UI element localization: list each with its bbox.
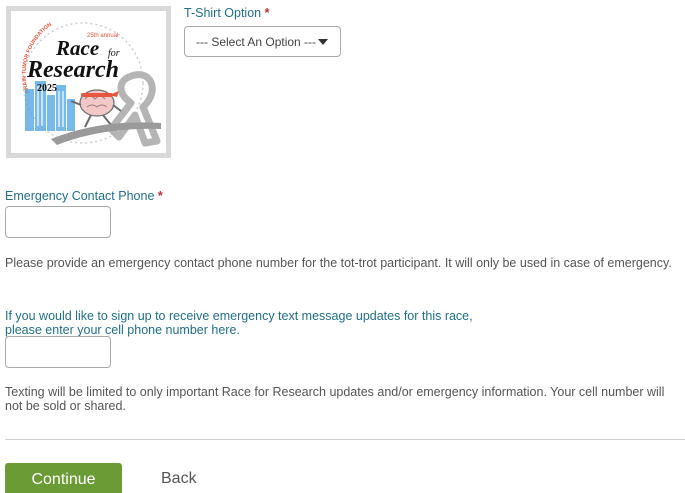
- continue-button[interactable]: Continue: [5, 463, 122, 493]
- caret-down-icon: [318, 38, 328, 45]
- section-divider: [5, 439, 685, 440]
- race-for-research-logo: BRAIN TUMOR FOUNDATION: [11, 11, 166, 153]
- tshirt-option-label: T-Shirt Option *: [184, 6, 270, 20]
- logo-graphic: BRAIN TUMOR FOUNDATION: [22, 22, 161, 147]
- required-marker: *: [157, 189, 163, 203]
- back-link[interactable]: Back: [161, 470, 197, 488]
- emergency-phone-help-text: Please provide an emergency contact phon…: [5, 256, 672, 270]
- cell-phone-input[interactable]: [5, 336, 111, 368]
- emergency-phone-label: Emergency Contact Phone *: [5, 189, 163, 203]
- tshirt-option-select[interactable]: --- Select An Option ---: [184, 26, 341, 57]
- logo-research-text: Research: [26, 57, 119, 83]
- required-marker: *: [264, 6, 270, 20]
- texting-help-text: Texting will be limited to only importan…: [5, 385, 665, 413]
- emergency-phone-input[interactable]: [5, 206, 111, 238]
- tshirt-option-selected-value: --- Select An Option ---: [196, 34, 317, 49]
- event-logo-frame: BRAIN TUMOR FOUNDATION: [6, 6, 171, 158]
- text-updates-label: If you would like to sign up to receive …: [5, 309, 473, 337]
- logo-year-text: 2025: [37, 83, 57, 94]
